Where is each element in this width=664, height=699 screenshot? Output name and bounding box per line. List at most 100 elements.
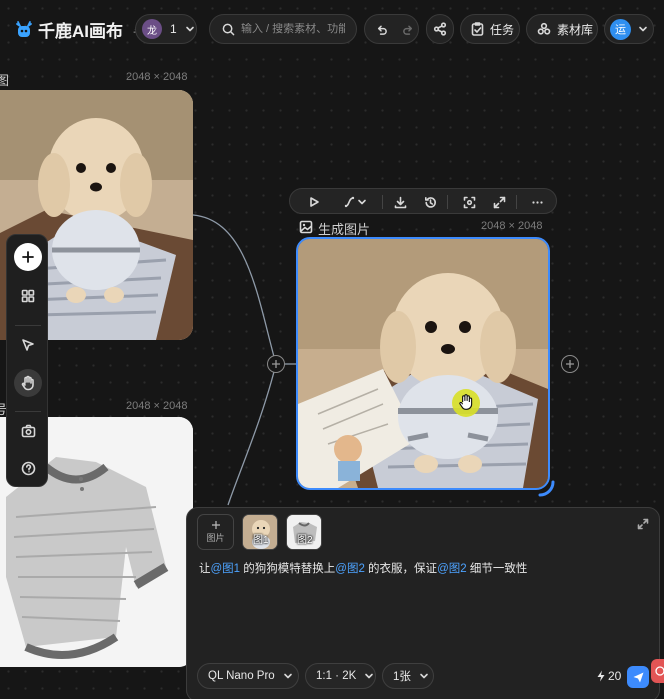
library-label: 素材库 xyxy=(557,22,594,37)
ref-label: 图1 xyxy=(253,535,269,546)
focus-icon xyxy=(463,196,475,208)
search-input[interactable] xyxy=(241,23,345,35)
logo-deer-icon xyxy=(16,20,32,37)
prompt-text: 的衣服，保证 xyxy=(364,563,438,575)
prompt-text: 细节一致性 xyxy=(466,563,528,575)
history-button[interactable] xyxy=(421,193,439,211)
upload-image-button[interactable]: 图片 xyxy=(197,514,234,550)
collaborators-dropdown[interactable]: 龙 1 xyxy=(135,14,197,44)
task-icon xyxy=(471,22,484,36)
count-value: 1张 xyxy=(393,671,411,683)
node-size: 2048 × 2048 xyxy=(481,220,543,232)
history-controls xyxy=(364,14,419,44)
app-name: 千鹿AI画布 xyxy=(38,22,123,41)
plus-icon xyxy=(566,360,574,368)
chevron-down-icon xyxy=(365,673,374,679)
plus-icon xyxy=(211,521,220,529)
search-box[interactable] xyxy=(209,14,357,44)
prompt-text: 让 xyxy=(199,563,211,575)
path-icon xyxy=(344,196,366,208)
user-menu[interactable]: 运 xyxy=(604,14,654,44)
chevron-down-icon xyxy=(420,673,428,679)
undo-icon[interactable] xyxy=(375,23,388,36)
send-button[interactable] xyxy=(627,666,649,688)
reference-thumb-1[interactable]: 图1 xyxy=(242,514,278,550)
help-button[interactable] xyxy=(14,454,42,482)
mention-tag: @图2 xyxy=(335,563,365,575)
output-connector[interactable] xyxy=(561,355,579,373)
redo-icon[interactable] xyxy=(402,23,415,36)
prompt-textarea[interactable]: 让@图1 的狗狗模特替换上@图2 的衣服，保证@图2 细节一致性 xyxy=(199,560,527,576)
expand-icon[interactable] xyxy=(637,518,649,530)
generated-dog-photo xyxy=(298,239,548,488)
camera-icon xyxy=(21,424,35,438)
mention-tag: @图1 xyxy=(210,563,241,575)
add-node-button[interactable] xyxy=(14,243,42,271)
grid-button[interactable] xyxy=(14,282,42,310)
chevron-down-icon xyxy=(283,673,292,679)
play-icon xyxy=(310,197,319,207)
toolbar-divider xyxy=(15,325,41,326)
reference-thumb-2[interactable]: 图2 xyxy=(286,514,322,550)
expand-icon xyxy=(493,196,505,208)
add-icon xyxy=(22,251,34,263)
help-icon xyxy=(21,461,35,475)
bolt-icon xyxy=(597,670,605,682)
count-select[interactable]: 1张 xyxy=(382,663,434,689)
focus-button[interactable] xyxy=(460,193,478,211)
hand-cursor-icon xyxy=(459,394,473,410)
avatar: 龙 xyxy=(142,19,162,39)
image-icon xyxy=(299,220,313,234)
node-toolbar xyxy=(289,188,557,214)
input-connector[interactable] xyxy=(267,355,285,373)
chat-icon xyxy=(655,666,664,676)
toolbar-divider xyxy=(382,195,383,209)
node-title: 图 xyxy=(0,73,10,88)
run-button[interactable] xyxy=(305,193,323,211)
model-select[interactable]: QL Nano Pro xyxy=(197,663,299,689)
hand-icon xyxy=(21,375,34,391)
prompt-text: 的狗狗模特替换上 xyxy=(240,563,336,575)
collab-count: 1 xyxy=(170,22,177,36)
download-icon xyxy=(394,196,406,208)
toolbar-divider xyxy=(15,411,41,412)
hand-tool[interactable] xyxy=(14,369,42,397)
credits-value: 20 xyxy=(608,669,622,683)
ref-label: 图2 xyxy=(297,535,313,546)
download-button[interactable] xyxy=(391,193,409,211)
node-title: 生成图片 xyxy=(318,222,371,237)
toolbar-divider xyxy=(447,195,448,209)
tasks-button[interactable]: 任务 xyxy=(460,14,520,44)
app-logo[interactable]: 千鹿AI画布 与 xyxy=(14,17,144,42)
path-dropdown[interactable] xyxy=(342,193,370,211)
ratio-select[interactable]: 1:1 · 2K xyxy=(305,663,376,689)
user-avatar: 运 xyxy=(610,18,631,40)
library-button[interactable]: 素材库 xyxy=(526,14,598,44)
node-size: 2048 × 2048 xyxy=(126,71,188,83)
plus-icon xyxy=(272,360,280,368)
canvas-toolbar xyxy=(6,234,48,487)
generated-image[interactable] xyxy=(296,237,550,490)
expand-button[interactable] xyxy=(490,193,508,211)
tasks-label: 任务 xyxy=(490,22,515,37)
send-icon xyxy=(633,672,643,682)
more-button[interactable] xyxy=(528,193,546,211)
model-value: QL Nano Pro xyxy=(208,670,275,682)
grid-icon xyxy=(21,289,35,303)
capture-tool[interactable] xyxy=(14,417,42,445)
share-icon xyxy=(433,22,447,36)
chevron-down-icon xyxy=(185,26,194,32)
feedback-widget[interactable] xyxy=(651,659,664,683)
history-icon xyxy=(424,196,436,208)
share-button[interactable] xyxy=(426,14,454,44)
node-size: 2048 × 2048 xyxy=(126,400,188,412)
ratio-value: 1:1 · 2K xyxy=(316,670,357,682)
credits-cost: 20 xyxy=(596,669,621,683)
pointer-icon xyxy=(22,339,34,351)
toolbar-divider xyxy=(516,195,517,209)
chevron-down-icon xyxy=(639,26,647,32)
select-tool[interactable] xyxy=(14,331,42,359)
more-icon xyxy=(531,200,543,204)
resize-handle[interactable] xyxy=(538,480,556,498)
search-icon xyxy=(222,23,235,35)
